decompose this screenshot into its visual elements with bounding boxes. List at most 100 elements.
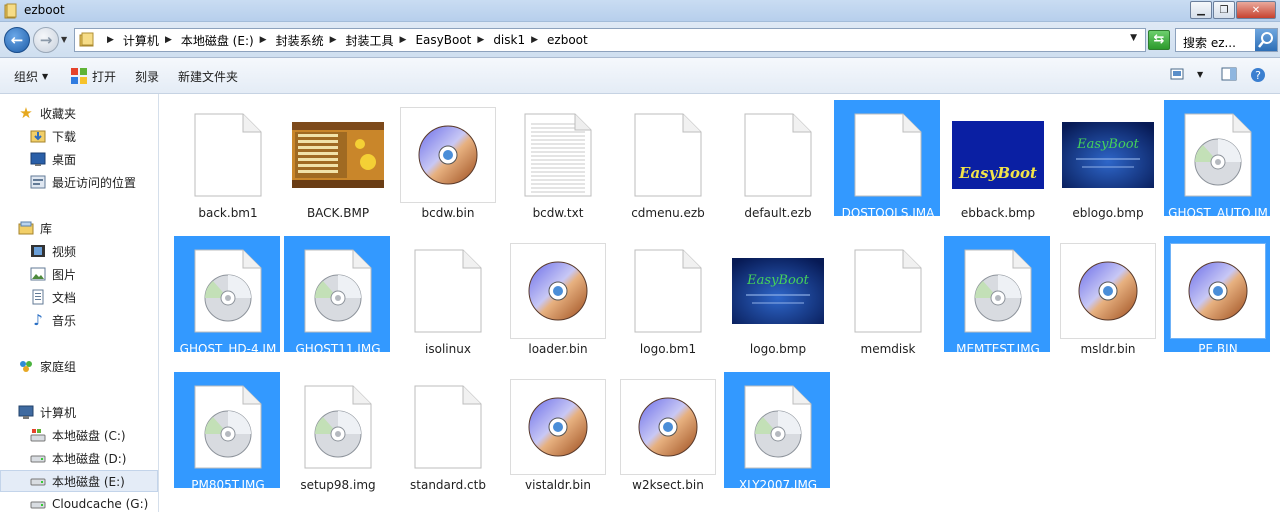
star-icon: ★ [19,104,33,122]
file-item[interactable]: logo.bm1 [614,236,720,356]
nav-desktop[interactable]: 桌面 [30,148,76,170]
text-file-icon [524,113,592,197]
nav-videos[interactable]: 视频 [30,240,76,262]
maximize-button[interactable]: ❐ [1213,1,1235,19]
file-thumbnail [620,379,716,475]
file-item[interactable]: loader.bin [504,236,610,356]
minimize-button[interactable]: ▁ [1190,1,1212,19]
nav-favorites[interactable]: ★ 收藏夹 [18,102,76,124]
drive-icon [30,450,46,466]
open-button[interactable]: 打开 [70,66,116,85]
file-name: DOSTOOLS.IMA [841,206,935,220]
nav-documents[interactable]: 文档 [30,286,76,308]
close-button[interactable]: ✕ [1236,1,1276,19]
file-thumbnail [290,379,386,475]
file-item[interactable]: GHOST_HD-4.IMG [174,236,280,372]
view-options-button[interactable] [1170,67,1186,84]
breadcrumb-item[interactable]: 封装系统 ▶ [276,32,344,49]
file-item[interactable]: back.bm1 [174,100,280,220]
back-button[interactable]: ← [4,27,30,53]
organize-menu[interactable]: 组织 ▼ [14,68,48,85]
file-item[interactable]: bcdw.txt [504,100,610,220]
nav-drive-d[interactable]: 本地磁盘 (D:) [30,447,126,469]
breadcrumb-item[interactable]: EasyBoot ▶ [415,33,491,47]
title-bar: ezboot ▁ ❐ ✕ [0,0,1280,22]
file-thumbnail [510,107,606,203]
search-input[interactable]: 搜索 ez... [1175,28,1278,52]
file-item[interactable]: vistaldr.bin [504,372,610,492]
blank-file-icon [854,113,922,197]
file-item[interactable]: memdisk [834,236,940,356]
file-list[interactable]: back.bm1 BACK.BMP bcdw.bin bcdw.txt cdmenu.e… [160,94,1280,512]
file-thumbnail [950,243,1046,339]
breadcrumb-item[interactable]: 本地磁盘 (E:) ▶ [181,32,274,49]
file-name: eblogo.bmp [1072,206,1144,220]
file-item[interactable]: isolinux [394,236,500,356]
nav-drive-e[interactable]: 本地磁盘 (E:) [0,470,158,492]
forward-button[interactable]: → [33,27,59,53]
file-item[interactable]: GHOST11.IMG [284,236,390,356]
file-item[interactable]: EasyBoot ebback.bmp [944,100,1050,220]
file-item[interactable]: BACK.BMP [284,100,390,220]
file-thumbnail [180,107,276,203]
breadcrumb-item[interactable]: 计算机 ▶ [123,32,179,49]
file-item[interactable]: default.ezb [724,100,830,220]
refresh-button[interactable]: ⇆ [1148,30,1170,50]
file-item[interactable]: standard.ctb [394,372,500,492]
breadcrumb-item[interactable]: disk1 ▶ [493,33,545,47]
new-folder-button[interactable]: 新建文件夹 [178,68,238,85]
file-thumbnail [730,379,826,475]
file-thumbnail [840,107,936,203]
file-item[interactable]: PE.BIN [1164,236,1270,356]
file-name: GHOST_AUTO.IMG [1168,206,1268,236]
breadcrumb[interactable]: ▶ 计算机 ▶ 本地磁盘 (E:) ▶ 封装系统 ▶ 封装工具 ▶ EasyBoot ▶ … [74,28,1146,52]
file-item[interactable]: bcdw.bin [394,100,500,220]
preview-pane-button[interactable] [1221,67,1237,84]
nav-downloads[interactable]: 下载 [30,125,76,147]
view-dropdown[interactable]: ▼ [1197,70,1203,79]
disc-image-icon [1078,261,1138,321]
nav-drive-g[interactable]: Cloudcache (G:) [30,493,148,512]
breadcrumb-item[interactable]: ezboot [547,33,588,47]
file-name: back.bm1 [198,206,258,220]
disc-image-icon [528,261,588,321]
file-item[interactable]: DOSTOOLS.IMA [834,100,940,220]
file-item[interactable]: setup98.img [284,372,390,492]
file-thumbnail [730,107,826,203]
address-history-dropdown[interactable]: ▼ [1130,33,1137,43]
file-thumbnail [510,379,606,475]
file-name: GHOST_HD-4.IMG [179,342,277,372]
file-item[interactable]: EasyBoot eblogo.bmp [1054,100,1160,220]
nav-recent-places[interactable]: 最近访问的位置 [30,171,136,193]
file-item[interactable]: XLY2007.IMG [724,372,830,492]
file-item[interactable]: w2ksect.bin [614,372,720,492]
file-name: logo.bmp [749,342,807,356]
nav-computer[interactable]: 计算机 [18,401,76,423]
search-icon [1258,32,1273,48]
cd-image-file-icon [304,249,372,333]
nav-music[interactable]: ♪ 音乐 [30,309,76,331]
nav-libraries[interactable]: 库 [18,217,52,239]
downloads-folder-icon [30,128,46,144]
breadcrumb-item[interactable]: 封装工具 ▶ [346,32,414,49]
search-placeholder: 搜索 ez... [1183,36,1236,50]
search-button[interactable] [1255,29,1277,51]
file-item[interactable]: cdmenu.ezb [614,100,720,220]
file-item[interactable]: MEMTEST.IMG [944,236,1050,356]
easyboot-logo-thumbnail: EasyBoot [1062,122,1154,188]
file-thumbnail [510,243,606,339]
recent-pages-dropdown[interactable]: ▼ [61,35,67,44]
svg-text:EasyBoot: EasyBoot [1076,137,1139,152]
file-item[interactable]: PM805T.IMG [174,372,280,492]
command-bar: 组织 ▼ 打开 刻录 新建文件夹 ▼ ? [0,58,1280,94]
file-thumbnail [840,243,936,339]
burn-button[interactable]: 刻录 [135,68,159,85]
nav-pictures[interactable]: 图片 [30,263,76,285]
nav-drive-c[interactable]: 本地磁盘 (C:) [30,424,126,446]
file-item[interactable]: GHOST_AUTO.IMG [1164,100,1270,236]
nav-homegroup[interactable]: 家庭组 [18,355,76,377]
file-item[interactable]: msldr.bin [1054,236,1160,356]
file-item[interactable]: EasyBoot logo.bmp [724,236,830,356]
help-button[interactable]: ? [1250,67,1266,86]
breadcrumb-root-arrow[interactable]: ▶ [101,35,121,45]
